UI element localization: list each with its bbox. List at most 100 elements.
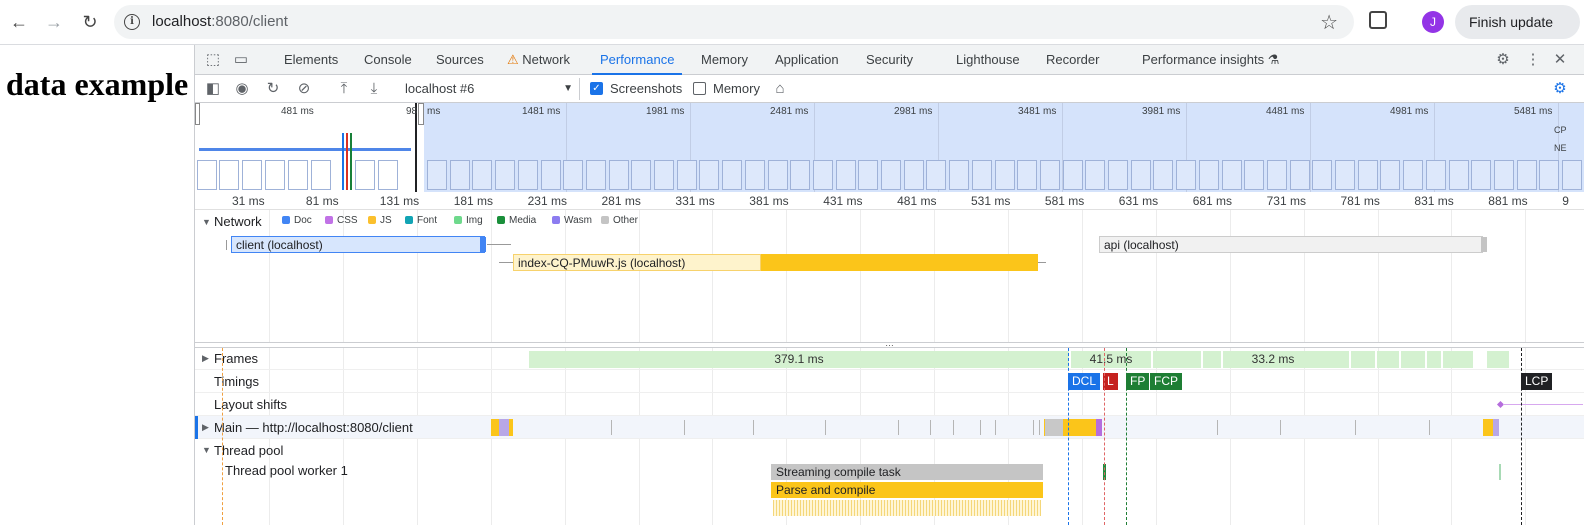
- forward-icon[interactable]: →: [40, 8, 68, 36]
- tab-memory[interactable]: Memory: [701, 45, 748, 75]
- bookmark-star-icon[interactable]: ☆: [1320, 10, 1338, 35]
- thread-pool-worker-title: Thread pool worker 1: [225, 463, 348, 478]
- close-devtools-icon[interactable]: ✕: [1550, 50, 1570, 70]
- screenshots-checkbox[interactable]: ✓: [590, 82, 603, 95]
- frame-segment[interactable]: [1427, 351, 1441, 368]
- main-task-tick[interactable]: [1429, 420, 1430, 435]
- frame-segment[interactable]: [1153, 351, 1201, 368]
- screenshot-thumbnail: [994, 160, 1015, 190]
- frame-segment[interactable]: 33.2 ms: [1223, 351, 1323, 368]
- main-task-tick[interactable]: [980, 420, 981, 435]
- main-task-block[interactable]: [499, 419, 509, 436]
- profile-select[interactable]: localhost #6 ▼: [405, 78, 580, 100]
- avatar[interactable]: J: [1422, 11, 1444, 33]
- tab-sources[interactable]: Sources: [436, 45, 484, 75]
- performance-toolbar: ◧ ◉ ↻ ⊘ ⤒ ⤓ localhost #6 ▼ ✓ Screenshots …: [195, 75, 1584, 103]
- tab-elements[interactable]: Elements: [284, 45, 338, 75]
- main-task-tick[interactable]: [953, 420, 954, 435]
- overview-unselected-area[interactable]: ms 1481 ms 1981 ms 2481 ms 2981 ms 3481 ms 39…: [424, 103, 1584, 192]
- gridline: [1525, 210, 1527, 342]
- tab-console[interactable]: Console: [364, 45, 412, 75]
- reload-profile-icon[interactable]: ↻: [263, 79, 283, 99]
- main-task-tick[interactable]: [1033, 420, 1034, 435]
- frame-segment[interactable]: [1203, 351, 1221, 368]
- overview-left-handle[interactable]: [195, 103, 200, 125]
- frames-expand-triangle-icon[interactable]: ▶: [202, 353, 209, 364]
- capture-settings-gear-icon[interactable]: ⚙: [1550, 79, 1570, 99]
- inspect-element-icon[interactable]: ⬚: [203, 50, 223, 70]
- timing-marker-dcl[interactable]: DCL: [1068, 373, 1101, 390]
- clear-icon[interactable]: ⊘: [294, 79, 314, 99]
- main-task-block[interactable]: [1493, 419, 1499, 436]
- tab-performance[interactable]: Performance: [592, 45, 683, 75]
- frame-segment[interactable]: [1351, 351, 1375, 368]
- address-bar[interactable]: i localhost:8080/client ☆: [114, 5, 1354, 39]
- timing-marker-fp[interactable]: FP: [1126, 373, 1150, 390]
- memory-checkbox[interactable]: [693, 82, 706, 95]
- legend-swatch: [368, 216, 376, 224]
- thread-pool-expand-triangle-icon[interactable]: ▼: [202, 445, 211, 455]
- tab-application[interactable]: Application: [775, 45, 839, 75]
- tab-security[interactable]: Security: [866, 45, 913, 75]
- main-task-tick[interactable]: [995, 420, 996, 435]
- timing-marker-lcp[interactable]: LCP: [1521, 373, 1553, 390]
- worker-task-small[interactable]: [1499, 464, 1501, 480]
- garbage-collect-icon[interactable]: ⌂: [770, 79, 790, 99]
- main-task-tick[interactable]: [930, 420, 931, 435]
- download-profile-icon[interactable]: ⤓: [364, 79, 384, 99]
- main-task-tick[interactable]: [753, 420, 754, 435]
- frame-segment[interactable]: 379.1 ms: [529, 351, 1069, 368]
- request-index-js[interactable]: index-CQ-PMuwR.js (localhost): [513, 254, 761, 271]
- frames-track-title[interactable]: Frames: [214, 351, 258, 366]
- overview-marker-blue: [342, 133, 344, 190]
- devtools-panel: ⬚ ▭ Elements Console Sources ⚠ Network P…: [194, 45, 1584, 525]
- legend-swatch: [325, 216, 333, 224]
- timing-marker-fcp[interactable]: FCP: [1150, 373, 1182, 390]
- extensions-icon[interactable]: [1369, 11, 1387, 29]
- more-options-icon[interactable]: ⋮: [1523, 50, 1543, 70]
- main-task-block[interactable]: [1045, 419, 1063, 436]
- finish-update-button[interactable]: Finish update: [1455, 5, 1580, 39]
- main-task-tick[interactable]: [684, 420, 685, 435]
- frame-segment[interactable]: [1323, 351, 1349, 368]
- device-toolbar-icon[interactable]: ▭: [231, 50, 251, 70]
- parse-and-compile-task[interactable]: Parse and compile: [771, 482, 1043, 498]
- tab-recorder[interactable]: Recorder: [1046, 45, 1099, 75]
- network-track-title[interactable]: Network: [214, 214, 262, 229]
- streaming-compile-task[interactable]: Streaming compile task: [771, 464, 1043, 480]
- main-task-tick[interactable]: [898, 420, 899, 435]
- main-task-tick[interactable]: [1280, 420, 1281, 435]
- frame-segment[interactable]: [1487, 351, 1509, 368]
- back-icon[interactable]: ←: [5, 8, 33, 36]
- upload-profile-icon[interactable]: ⤒: [334, 79, 354, 99]
- main-task-block[interactable]: [1096, 419, 1102, 436]
- tab-lighthouse[interactable]: Lighthouse: [956, 45, 1020, 75]
- main-thread-title[interactable]: Main — http://localhost:8080/client: [214, 420, 413, 435]
- main-task-tick[interactable]: [1355, 420, 1356, 435]
- tab-performance-insights[interactable]: Performance insights ⚗: [1142, 45, 1279, 75]
- main-task-tick[interactable]: [1217, 420, 1218, 435]
- record-icon[interactable]: ◉: [232, 79, 252, 99]
- thread-pool-title[interactable]: Thread pool: [214, 443, 283, 458]
- request-api[interactable]: api (localhost): [1099, 236, 1483, 253]
- gridline: [564, 210, 566, 342]
- frame-segment[interactable]: 41.5 ms: [1071, 351, 1151, 368]
- tab-network[interactable]: ⚠ Network: [507, 45, 570, 75]
- frame-segment[interactable]: [1377, 351, 1399, 368]
- main-task-tick[interactable]: [825, 420, 826, 435]
- site-info-icon[interactable]: i: [124, 14, 140, 30]
- frame-segment[interactable]: [1443, 351, 1473, 368]
- sidebar-toggle-icon[interactable]: ◧: [203, 79, 223, 99]
- main-expand-triangle-icon[interactable]: ▶: [202, 422, 209, 433]
- main-task-tick[interactable]: [611, 420, 612, 435]
- request-client[interactable]: client (localhost): [231, 236, 485, 253]
- reload-icon[interactable]: ↻: [76, 8, 104, 36]
- overview-selection[interactable]: 481 ms 98: [195, 103, 424, 192]
- timing-marker-load[interactable]: L: [1103, 373, 1118, 390]
- frame-segment[interactable]: [1401, 351, 1425, 368]
- ruler-label: 481 ms: [897, 194, 937, 208]
- main-task-tick[interactable]: [1039, 420, 1040, 435]
- settings-gear-icon[interactable]: ⚙: [1493, 50, 1513, 70]
- network-expand-triangle-icon[interactable]: ▼: [202, 217, 211, 227]
- timeline-overview[interactable]: 481 ms 98 ms 1481 ms 1981 ms 2481 ms 2981 m…: [195, 103, 1584, 192]
